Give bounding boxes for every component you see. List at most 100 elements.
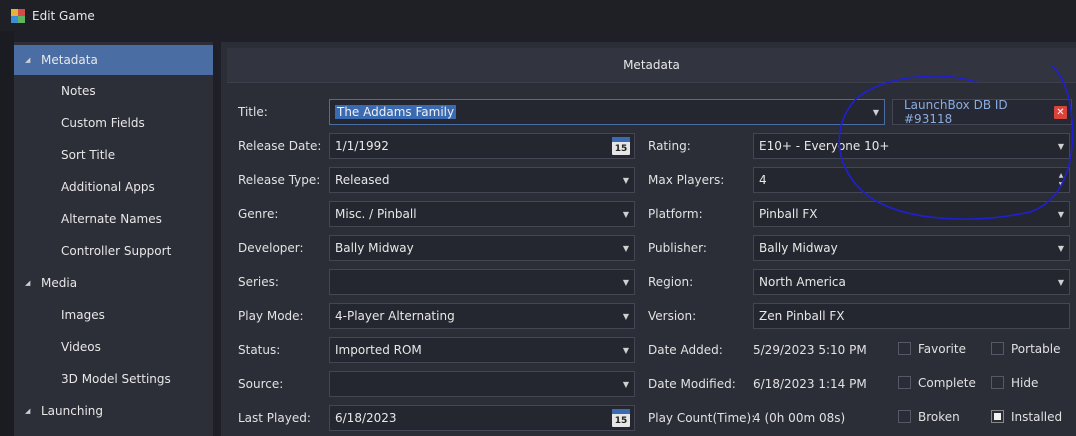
- sidebar-item-label: Sort Title: [61, 148, 116, 162]
- date-modified-label: Date Modified:: [648, 377, 736, 391]
- hide-checkbox-label[interactable]: Hide: [1011, 375, 1038, 391]
- favorite-checkbox[interactable]: [898, 342, 911, 355]
- broken-checkbox-label[interactable]: Broken: [918, 409, 960, 425]
- max-players-stepper[interactable]: 4 ▲ ▼: [753, 167, 1070, 193]
- sidebar-item-notes[interactable]: Notes: [14, 76, 213, 106]
- sidebar-item-controller-support[interactable]: Controller Support: [14, 236, 213, 266]
- version-input[interactable]: Zen Pinball FX: [753, 303, 1070, 329]
- chevron-down-icon[interactable]: ▼: [1053, 142, 1069, 151]
- sidebar-item-label: Media: [41, 276, 78, 290]
- sidebar-item-alternate-names[interactable]: Alternate Names: [14, 204, 213, 234]
- date-modified-value: 6/18/2023 1:14 PM: [753, 377, 867, 391]
- installed-checkbox-label[interactable]: Installed: [1011, 409, 1062, 425]
- chevron-down-icon[interactable]: ▼: [618, 380, 634, 389]
- play-mode-combo[interactable]: 4-Player Alternating ▼: [329, 303, 635, 329]
- sidebar-item-launching[interactable]: ◢ Launching: [14, 396, 213, 426]
- version-value[interactable]: Zen Pinball FX: [759, 309, 1069, 323]
- installed-checkbox[interactable]: [991, 410, 1004, 423]
- publisher-combo[interactable]: Bally Midway ▼: [753, 235, 1070, 261]
- sidebar-item-custom-fields[interactable]: Custom Fields: [14, 108, 213, 138]
- complete-checkbox-label[interactable]: Complete: [918, 375, 976, 391]
- publisher-label: Publisher:: [648, 241, 707, 255]
- chevron-down-icon[interactable]: ▼: [618, 244, 634, 253]
- sidebar-item-label: Videos: [61, 340, 101, 354]
- version-label: Version:: [648, 309, 697, 323]
- sidebar-item-3d-model-settings[interactable]: 3D Model Settings: [14, 364, 213, 394]
- favorite-checkbox-label[interactable]: Favorite: [918, 341, 966, 357]
- rating-value[interactable]: E10+ - Everyone 10+: [759, 139, 1053, 153]
- rating-combo[interactable]: E10+ - Everyone 10+ ▼: [753, 133, 1070, 159]
- max-players-value[interactable]: 4: [759, 173, 1055, 187]
- region-combo[interactable]: North America ▼: [753, 269, 1070, 295]
- title-value[interactable]: The Addams Family: [335, 105, 457, 119]
- status-combo[interactable]: Imported ROM ▼: [329, 337, 635, 363]
- chevron-down-icon[interactable]: ▼: [1053, 210, 1069, 219]
- platform-value[interactable]: Pinball FX: [759, 207, 1053, 221]
- sidebar-item-label: Controller Support: [61, 244, 172, 258]
- sidebar-item-videos[interactable]: Videos: [14, 332, 213, 362]
- expand-triangle-icon[interactable]: ◢: [25, 56, 35, 64]
- close-icon[interactable]: ✕: [1054, 105, 1067, 119]
- launchbox-db-id[interactable]: LaunchBox DB ID #93118 ✕: [892, 98, 1072, 126]
- expand-triangle-icon[interactable]: ◢: [25, 279, 35, 287]
- source-label: Source:: [238, 377, 284, 391]
- platform-combo[interactable]: Pinball FX ▼: [753, 201, 1070, 227]
- source-combo[interactable]: ▼: [329, 371, 635, 397]
- sidebar-item-metadata[interactable]: ◢ Metadata: [14, 45, 213, 75]
- publisher-value[interactable]: Bally Midway: [759, 241, 1053, 255]
- app-logo-icon: [11, 8, 25, 23]
- sidebar-item-sort-title[interactable]: Sort Title: [14, 140, 213, 170]
- title-combo[interactable]: The Addams Family ▼: [329, 99, 885, 125]
- release-date-value[interactable]: 1/1/1992: [335, 139, 612, 153]
- chevron-down-icon[interactable]: ▼: [618, 346, 634, 355]
- developer-value[interactable]: Bally Midway: [335, 241, 618, 255]
- sidebar-item-label: Custom Fields: [61, 116, 145, 130]
- chevron-down-icon[interactable]: ▼: [1053, 244, 1069, 253]
- expand-triangle-icon[interactable]: ◢: [25, 407, 35, 415]
- region-label: Region:: [648, 275, 694, 289]
- chevron-down-icon[interactable]: ▼: [868, 108, 884, 117]
- developer-combo[interactable]: Bally Midway ▼: [329, 235, 635, 261]
- sidebar-item-media[interactable]: ◢ Media: [14, 268, 213, 298]
- chevron-down-icon[interactable]: ▼: [1053, 278, 1069, 287]
- db-id-text[interactable]: LaunchBox DB ID #93118: [904, 98, 1054, 126]
- release-type-combo[interactable]: Released ▼: [329, 167, 635, 193]
- window-title: Edit Game: [32, 8, 95, 23]
- chevron-down-icon[interactable]: ▼: [618, 278, 634, 287]
- sidebar-item-label: Notes: [61, 84, 96, 98]
- title-bar: Edit Game: [0, 0, 1076, 31]
- last-played-label: Last Played:: [238, 411, 311, 425]
- chevron-down-icon[interactable]: ▼: [618, 176, 634, 185]
- hide-checkbox[interactable]: [991, 376, 1004, 389]
- date-added-label: Date Added:: [648, 343, 723, 357]
- sidebar-item-label: Additional Apps: [61, 180, 155, 194]
- portable-checkbox-label[interactable]: Portable: [1011, 341, 1060, 357]
- sidebar-item-additional-apps[interactable]: Additional Apps: [14, 172, 213, 202]
- series-combo[interactable]: ▼: [329, 269, 635, 295]
- calendar-icon[interactable]: 15: [612, 137, 630, 155]
- portable-checkbox[interactable]: [991, 342, 1004, 355]
- last-played-value[interactable]: 6/18/2023: [335, 411, 612, 425]
- last-played-date-picker[interactable]: 6/18/2023 15: [329, 405, 635, 431]
- genre-value[interactable]: Misc. / Pinball: [335, 207, 618, 221]
- metadata-panel: Metadata Title: The Addams Family ▼ Laun…: [221, 42, 1076, 436]
- sidebar-item-images[interactable]: Images: [14, 300, 213, 330]
- region-value[interactable]: North America: [759, 275, 1053, 289]
- release-type-value[interactable]: Released: [335, 173, 618, 187]
- genre-combo[interactable]: Misc. / Pinball ▼: [329, 201, 635, 227]
- chevron-down-icon[interactable]: ▼: [618, 312, 634, 321]
- play-mode-value[interactable]: 4-Player Alternating: [335, 309, 618, 323]
- play-count-time-value: 4 (0h 00m 08s): [753, 411, 846, 425]
- play-count-time-label: Play Count(Time):: [648, 411, 756, 425]
- developer-label: Developer:: [238, 241, 304, 255]
- chevron-down-icon[interactable]: ▼: [618, 210, 634, 219]
- title-label: Title:: [238, 105, 268, 119]
- spinner-arrows-icon[interactable]: ▲ ▼: [1055, 171, 1067, 189]
- complete-checkbox[interactable]: [898, 376, 911, 389]
- window-edge: [0, 31, 14, 436]
- sidebar: ◢ Metadata Notes Custom Fields Sort Title Add…: [14, 42, 213, 436]
- release-date-date-picker[interactable]: 1/1/1992 15: [329, 133, 635, 159]
- calendar-icon[interactable]: 15: [612, 409, 630, 427]
- broken-checkbox[interactable]: [898, 410, 911, 423]
- status-value[interactable]: Imported ROM: [335, 343, 618, 357]
